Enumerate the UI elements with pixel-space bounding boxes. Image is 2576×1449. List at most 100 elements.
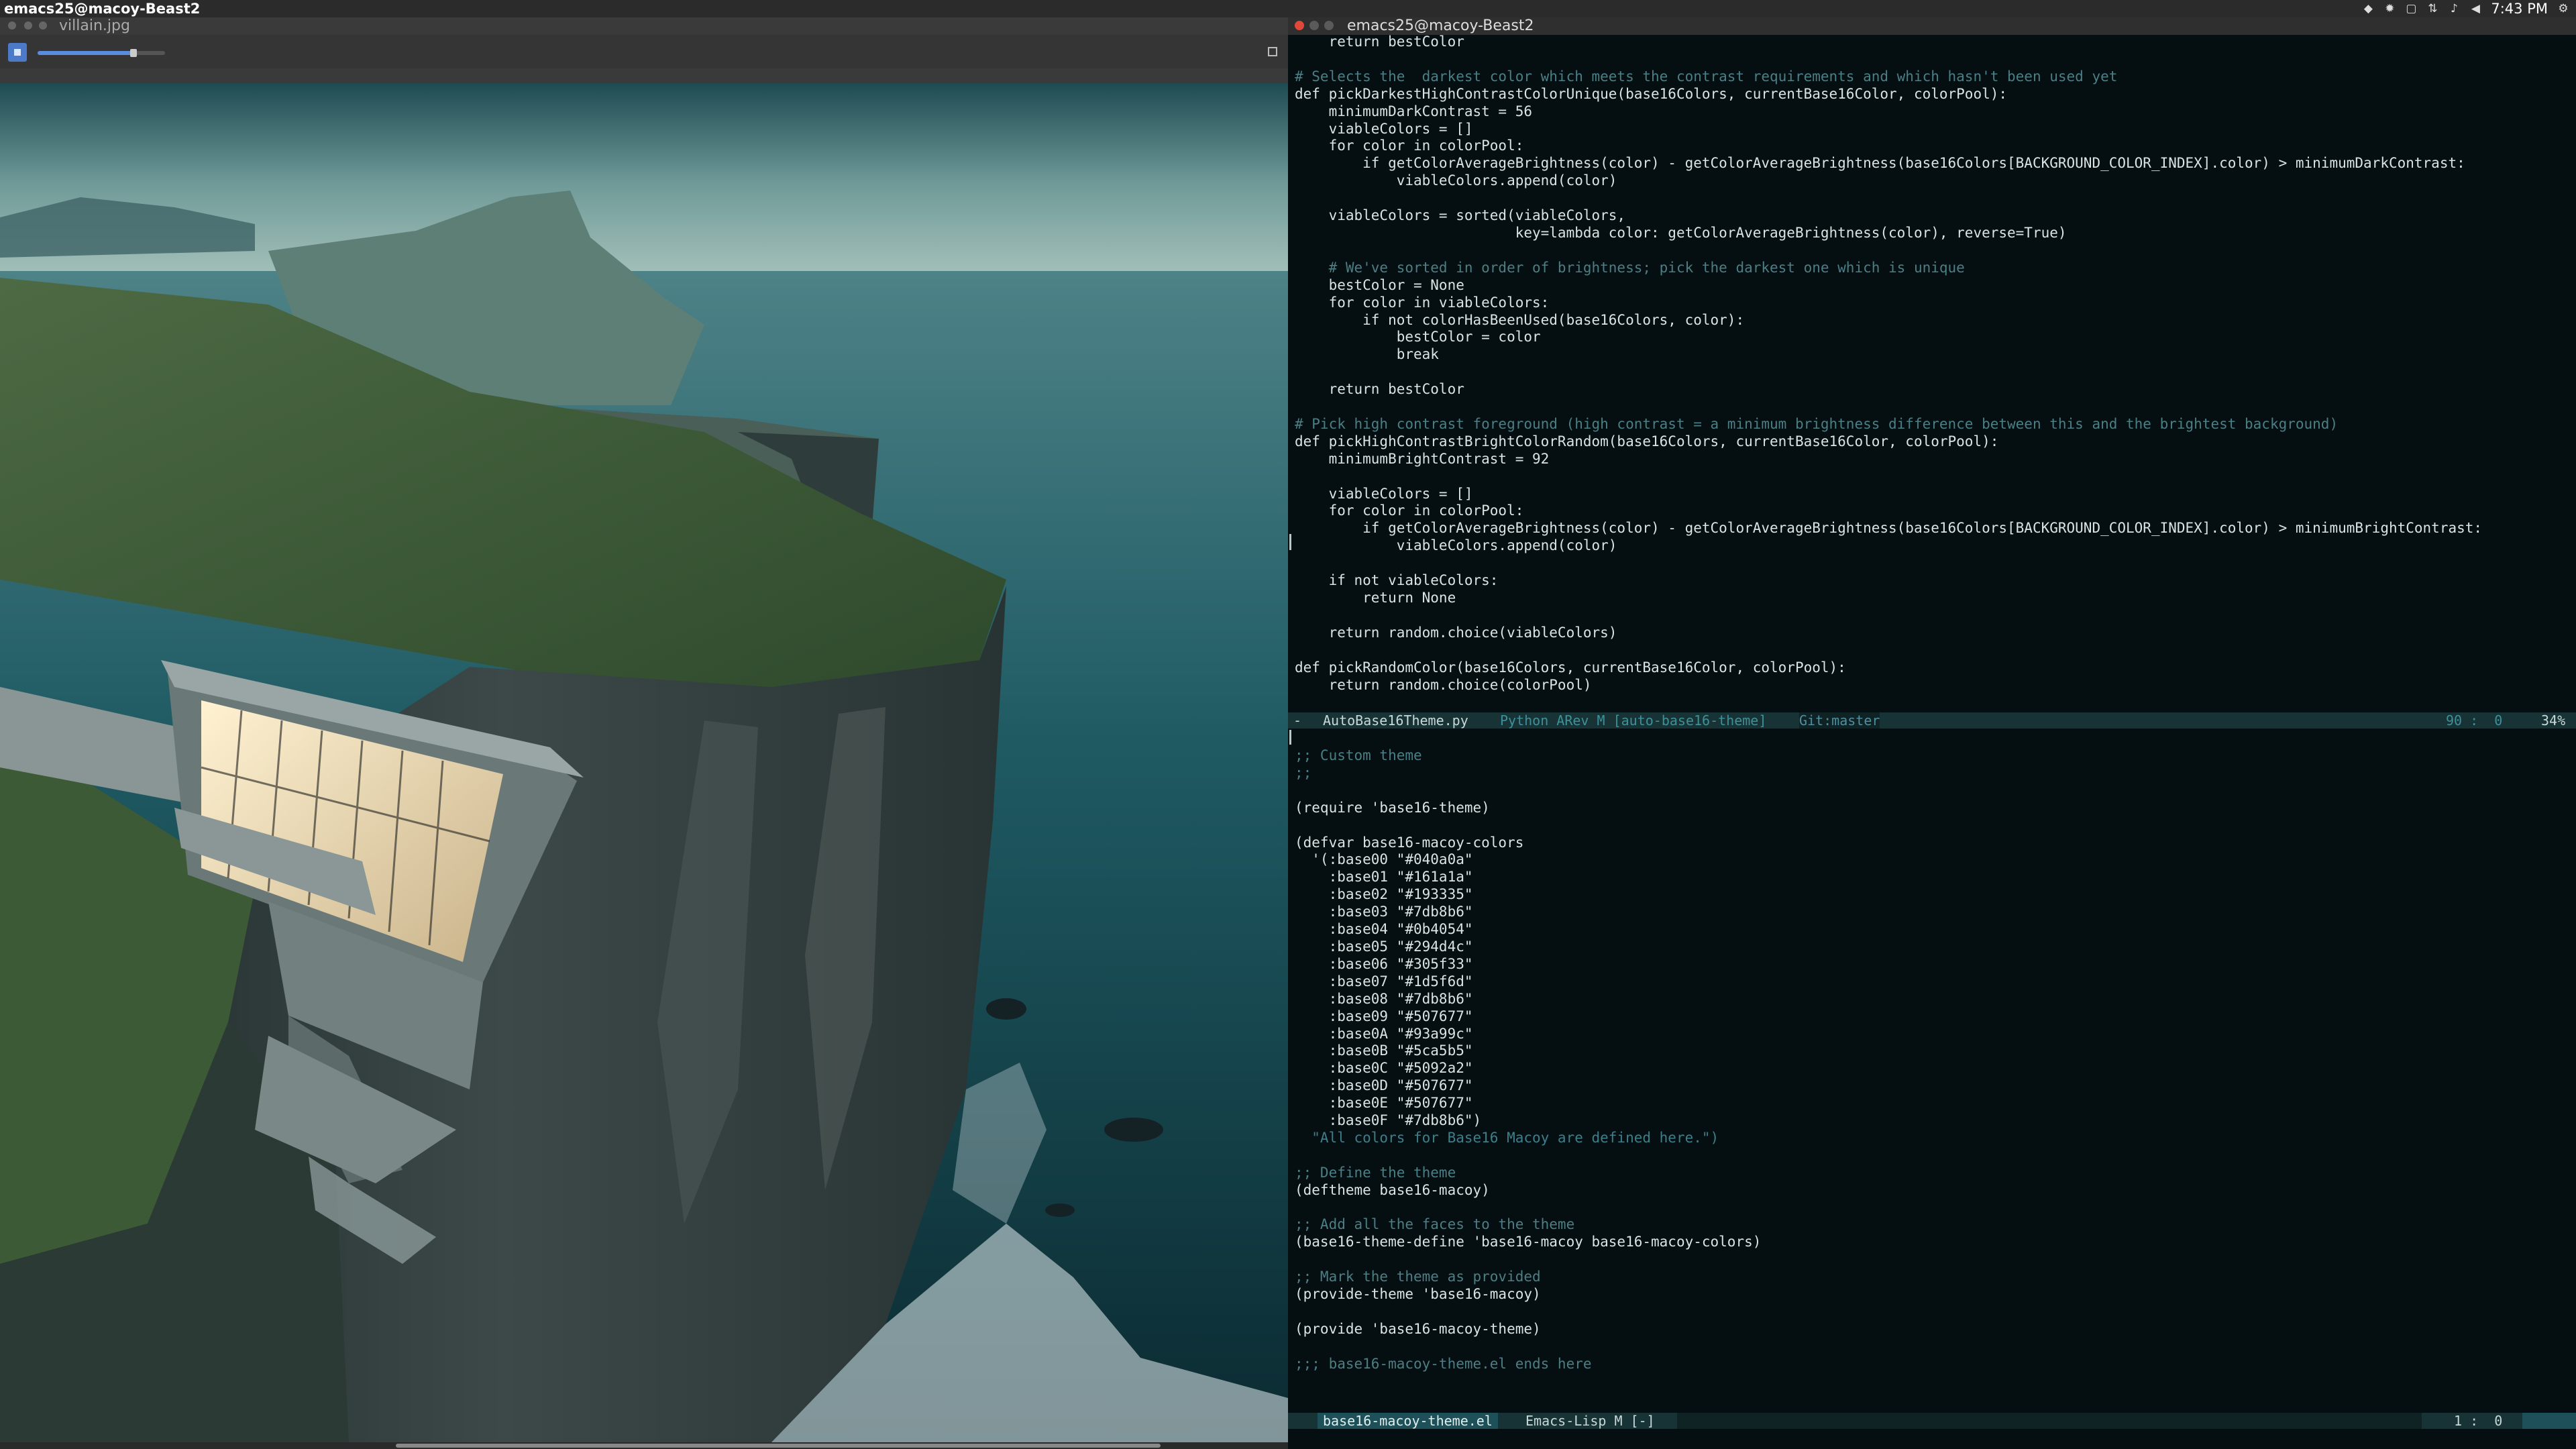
code-line[interactable]: :base02 "#193335" [1295,886,2576,904]
code-line[interactable] [1295,1199,2576,1217]
code-line[interactable]: for color in colorPool: [1295,138,2576,155]
code-line[interactable]: :base06 "#305f33" [1295,956,2576,973]
code-line[interactable]: if getColorAverageBrightness(color) - ge… [1295,155,2576,172]
network-icon[interactable]: ⇅ [2426,3,2438,15]
code-line[interactable]: return random.choice(colorPool) [1295,677,2576,694]
code-line[interactable]: minimumBrightContrast = 92 [1295,451,2576,468]
modeline-bottom[interactable]: base16-macoy-theme.el Emacs-Lisp M [-] 1… [1288,1413,2576,1429]
code-line[interactable] [1295,782,2576,800]
code-line[interactable] [1295,51,2576,68]
code-line[interactable]: (base16-theme-define 'base16-macoy base1… [1295,1234,2576,1251]
fullscreen-icon[interactable] [1268,47,1277,56]
code-line[interactable]: viableColors = [] [1295,121,2576,138]
code-line[interactable]: ;; Define the theme [1295,1165,2576,1182]
code-line[interactable]: def pickRandomColor(base16Colors, curren… [1295,659,2576,677]
code-line[interactable]: :base03 "#7db8b6" [1295,904,2576,921]
code-line[interactable]: :base0B "#5ca5b5" [1295,1042,2576,1060]
code-line[interactable]: viableColors.append(color) [1295,537,2576,555]
code-line[interactable]: ;; [1295,765,2576,782]
code-line[interactable]: :base04 "#0b4054" [1295,921,2576,938]
steam-icon[interactable]: ✹ [2383,3,2396,15]
modeline-buffer-name-active[interactable]: base16-macoy-theme.el [1318,1413,1498,1429]
code-line[interactable]: (provide 'base16-macoy-theme) [1295,1321,2576,1338]
zoom-slider-handle[interactable] [129,49,137,57]
code-line[interactable]: (deftheme base16-macoy) [1295,1182,2576,1199]
modeline-top[interactable]: - AutoBase16Theme.py Python ARev M [auto… [1288,712,2576,729]
viewer-horizontal-scrollbar[interactable] [0,1442,1288,1449]
viewer-titlebar[interactable]: villain.jpg [0,17,1288,35]
elisp-editor-pane[interactable]: ;; Custom theme;; (require 'base16-theme… [1288,747,2576,1405]
code-line[interactable]: return bestColor [1295,381,2576,398]
code-line[interactable]: :base09 "#507677" [1295,1008,2576,1026]
code-line[interactable]: (provide-theme 'base16-macoy) [1295,1286,2576,1303]
code-line[interactable]: key=lambda color: getColorAverageBrightn… [1295,225,2576,242]
code-line[interactable]: :base0D "#507677" [1295,1077,2576,1095]
code-line[interactable] [1295,1147,2576,1165]
close-icon[interactable] [8,21,16,30]
code-line[interactable] [1295,555,2576,572]
photo-canvas[interactable] [0,83,1288,1442]
code-line[interactable]: :base0E "#507677" [1295,1095,2576,1112]
scrollbar-thumb[interactable] [396,1444,1161,1448]
code-line[interactable]: ;; Add all the faces to the theme [1295,1216,2576,1234]
code-line[interactable]: :base0C "#5092a2" [1295,1060,2576,1077]
code-line[interactable]: (require 'base16-theme) [1295,800,2576,817]
code-line[interactable]: :base01 "#161a1a" [1295,869,2576,886]
code-line[interactable]: viableColors.append(color) [1295,172,2576,190]
volume-icon[interactable]: ◀ [2469,3,2481,15]
code-line[interactable]: :base0A "#93a99c" [1295,1026,2576,1043]
code-line[interactable]: return random.choice(viableColors) [1295,625,2576,642]
code-line[interactable]: bestColor = None [1295,277,2576,294]
code-line[interactable] [1295,642,2576,659]
code-line[interactable] [1295,607,2576,625]
code-line[interactable]: if not colorHasBeenUsed(base16Colors, co… [1295,312,2576,329]
close-icon[interactable] [1295,21,1304,30]
emacs-titlebar[interactable]: emacs25@macoy-Beast2 [1288,17,2576,35]
code-line[interactable]: for color in viableColors: [1295,294,2576,312]
code-line[interactable]: '(:base00 "#040a0a" [1295,851,2576,869]
modeline-major-mode[interactable]: Python ARev M [auto-base16-theme] [1500,712,1766,729]
code-line[interactable]: for color in colorPool: [1295,502,2576,520]
code-line[interactable]: ;; Custom theme [1295,747,2576,765]
code-line[interactable] [1295,1338,2576,1356]
code-line[interactable]: "All colors for Base16 Macoy are defined… [1295,1130,2576,1147]
code-line[interactable]: :base07 "#1d5f6d" [1295,973,2576,991]
code-line[interactable]: def pickDarkestHighContrastColorUnique(b… [1295,86,2576,103]
code-line[interactable]: # Selects the darkest color which meets … [1295,68,2576,86]
code-line[interactable]: break [1295,346,2576,364]
code-line[interactable]: bestColor = color [1295,329,2576,346]
python-editor-pane[interactable]: return bestColor # Selects the darkest c… [1288,34,2576,718]
code-line[interactable]: minimumDarkContrast = 56 [1295,103,2576,121]
minimize-icon[interactable] [24,21,32,30]
code-line[interactable] [1295,398,2576,416]
code-line[interactable] [1295,468,2576,486]
code-line[interactable] [1295,242,2576,260]
code-line[interactable]: :base08 "#7db8b6" [1295,991,2576,1008]
code-line[interactable]: :base0F "#7db8b6") [1295,1112,2576,1130]
code-line[interactable] [1295,364,2576,381]
code-line[interactable]: def pickHighContrastBrightColorRandom(ba… [1295,433,2576,451]
maximize-icon[interactable] [39,21,47,30]
code-line[interactable]: # Pick high contrast foreground (high co… [1295,416,2576,433]
modeline-major-mode[interactable]: Emacs-Lisp M [-] [1525,1413,1655,1429]
fit-to-window-button[interactable] [8,43,27,62]
code-line[interactable]: if getColorAverageBrightness(color) - ge… [1295,520,2576,537]
code-line[interactable] [1295,817,2576,835]
code-line[interactable] [1295,1303,2576,1321]
code-line[interactable]: # We've sorted in order of brightness; p… [1295,260,2576,277]
clock[interactable]: 7:43 PM [2491,1,2548,17]
minimize-icon[interactable] [1309,21,1319,30]
code-line[interactable]: return bestColor [1295,34,2576,51]
code-line[interactable]: viableColors = [] [1295,486,2576,503]
code-line[interactable]: if not viableColors: [1295,572,2576,590]
code-line[interactable] [1295,1251,2576,1269]
code-line[interactable]: (defvar base16-macoy-colors [1295,835,2576,852]
bell-icon[interactable]: ♪ [2448,3,2460,15]
code-line[interactable] [1295,190,2576,207]
code-line[interactable]: viableColors = sorted(viableColors, [1295,207,2576,225]
modeline-git-branch[interactable]: Git:master [1799,712,1880,729]
code-line[interactable]: :base05 "#294d4c" [1295,938,2576,956]
zoom-slider[interactable] [38,49,165,57]
code-line[interactable]: ;;; base16-macoy-theme.el ends here [1295,1356,2576,1373]
dropbox-icon[interactable]: ◆ [2362,3,2374,15]
